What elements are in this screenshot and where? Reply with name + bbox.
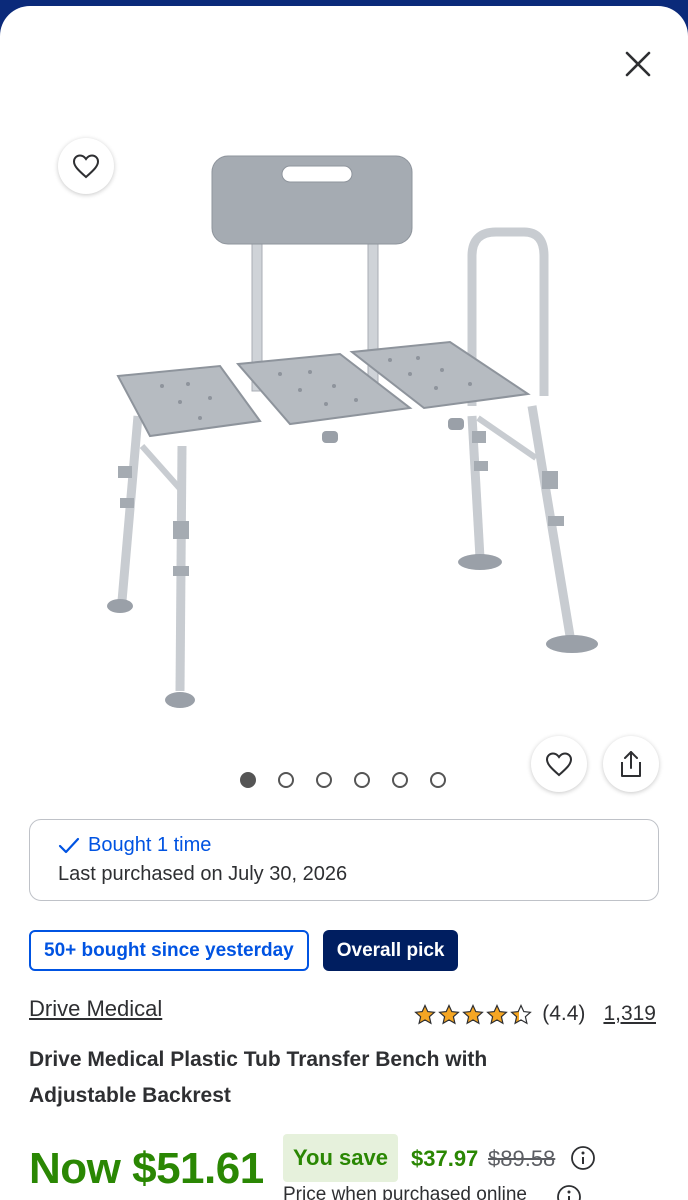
rating-value: (4.4)	[542, 1002, 586, 1025]
badges-row: 50+ bought since yesterday Overall pick	[29, 930, 459, 971]
checkmark-icon	[58, 837, 80, 853]
rating-row[interactable]: (4.4) 1,319	[414, 1002, 656, 1026]
product-title: Drive Medical Plastic Tub Transfer Bench…	[29, 1048, 488, 1107]
popularity-badge: 50+ bought since yesterday	[29, 930, 309, 971]
star-rating	[414, 1003, 533, 1025]
product-detail-sheet: Bought 1 time Last purchased on July 30,…	[0, 6, 688, 1200]
bought-count-label: Bought 1 time	[88, 834, 212, 856]
heart-icon	[72, 154, 100, 179]
close-icon	[625, 51, 651, 77]
share-button[interactable]	[603, 736, 659, 792]
you-save-badge: You save	[283, 1134, 398, 1182]
star-icon	[462, 1003, 485, 1025]
price-info-button[interactable]	[570, 1145, 596, 1171]
last-purchased-date: Last purchased on July 30, 2026	[58, 863, 348, 885]
carousel-indicator	[240, 772, 446, 788]
info-icon	[557, 1185, 581, 1200]
carousel-dot[interactable]	[392, 772, 408, 788]
current-price: Now $51.61	[29, 1144, 264, 1193]
online-price-note: Price when purchased online	[283, 1184, 527, 1200]
overall-pick-badge: Overall pick	[322, 930, 459, 971]
carousel-dot[interactable]	[240, 772, 256, 788]
carousel-dot[interactable]	[316, 772, 332, 788]
purchase-history-card: Bought 1 time Last purchased on July 30,…	[29, 819, 659, 901]
heart-icon	[545, 752, 573, 777]
save-amount: $37.97	[411, 1146, 479, 1171]
star-icon	[414, 1003, 437, 1025]
favorite-button[interactable]	[531, 736, 587, 792]
was-price: $89.58	[488, 1146, 556, 1171]
review-count-link[interactable]: 1,319	[603, 1002, 656, 1026]
online-price-info-button[interactable]	[556, 1184, 582, 1200]
carousel-dot[interactable]	[354, 772, 370, 788]
star-icon	[486, 1003, 509, 1025]
close-button[interactable]	[618, 44, 658, 84]
brand-link[interactable]: Drive Medical	[29, 996, 162, 1022]
product-image[interactable]	[100, 146, 610, 716]
info-icon	[571, 1146, 595, 1170]
carousel-dot[interactable]	[278, 772, 294, 788]
bought-count-row: Bought 1 time	[58, 834, 630, 857]
carousel-dot[interactable]	[430, 772, 446, 788]
share-icon	[621, 751, 641, 777]
star-icon	[510, 1003, 533, 1025]
star-icon	[438, 1003, 461, 1025]
